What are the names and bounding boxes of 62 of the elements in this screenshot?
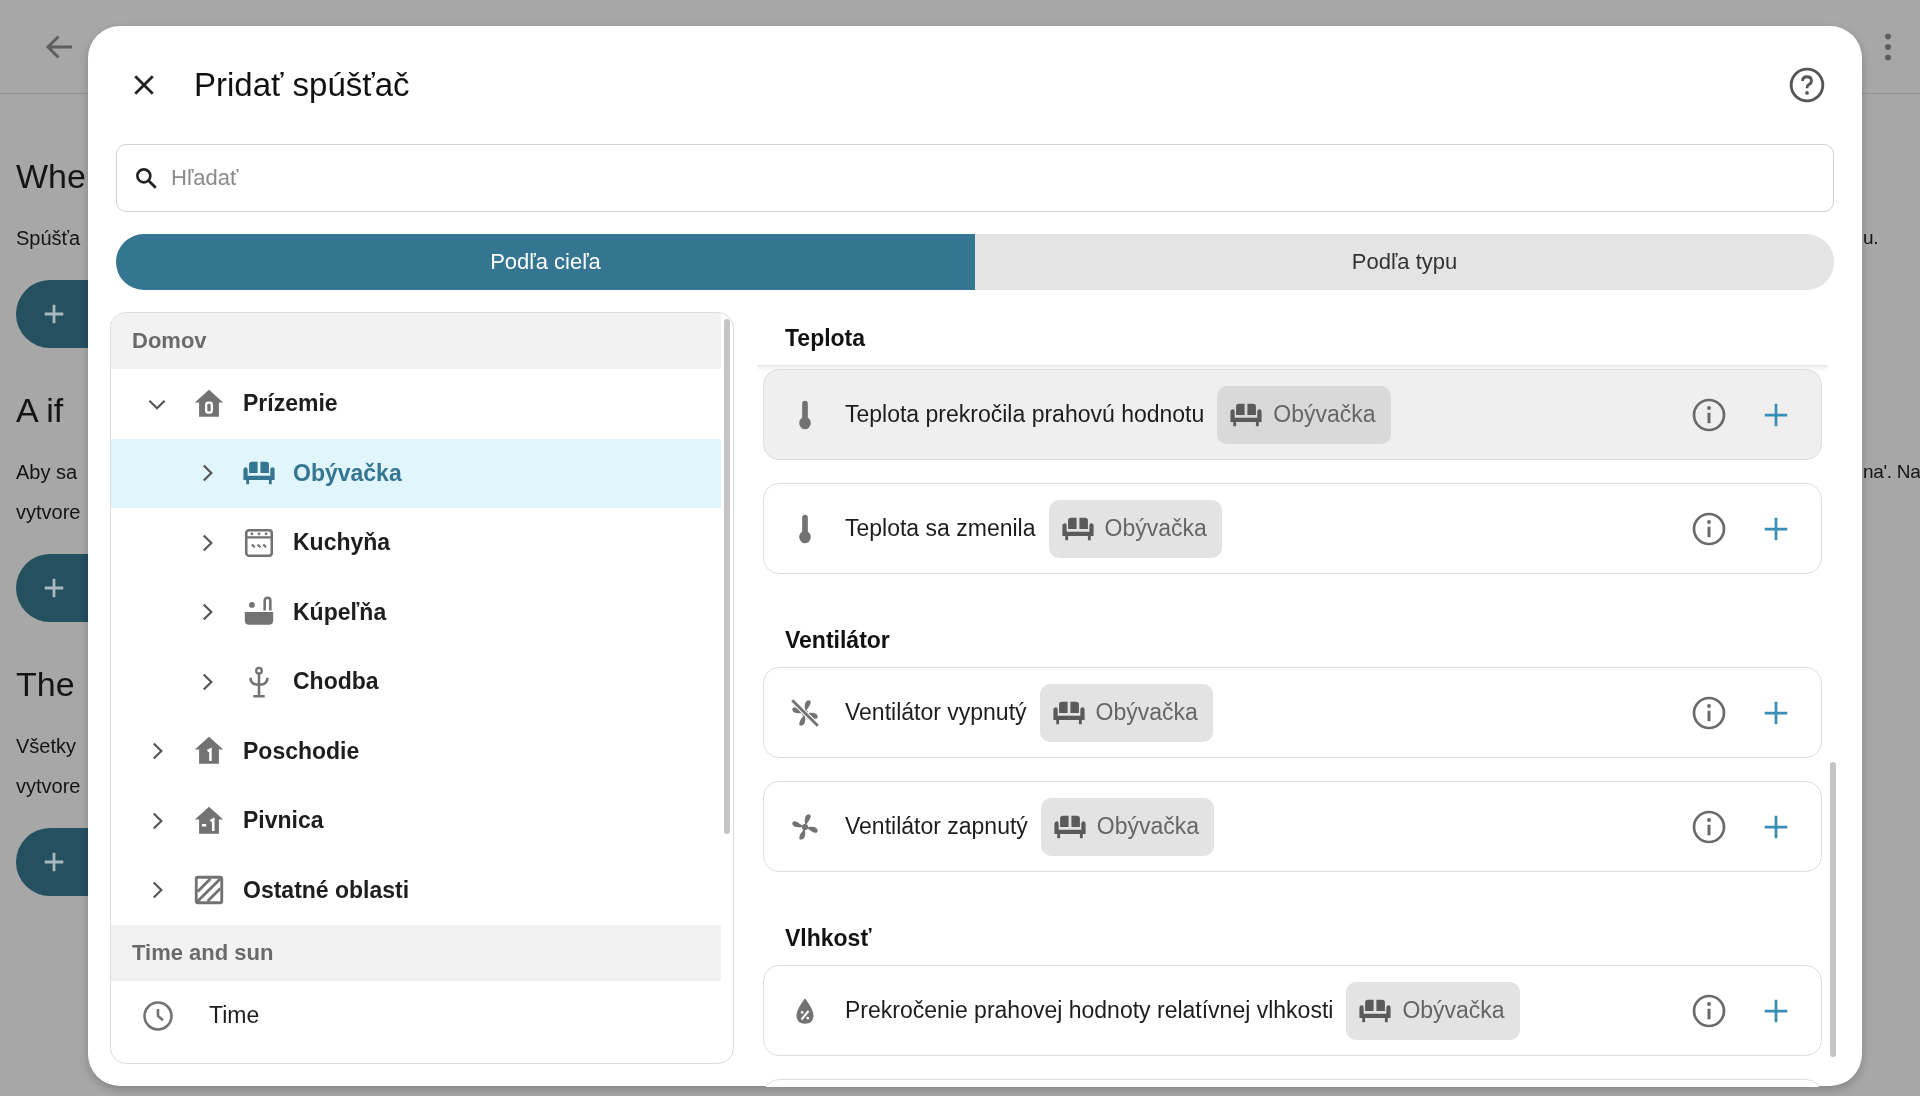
search-icon xyxy=(133,165,159,191)
tree-item[interactable]: Time xyxy=(111,981,721,1051)
tree-item[interactable]: Kuchyňa xyxy=(111,508,721,578)
search-field[interactable]: Hľadať xyxy=(116,144,1834,212)
trigger-label: Ventilátor zapnutý xyxy=(845,813,1028,840)
tree-item-label: Kúpeľňa xyxy=(293,598,387,626)
description-text: Spúšťa xyxy=(16,226,82,251)
group-header: Domov xyxy=(111,313,721,369)
trigger-card[interactable]: Teplota sa zmenila Obývačka xyxy=(763,483,1822,574)
tree-item-label: Obývačka xyxy=(293,459,402,487)
trigger-card[interactable]: Ventilátor vypnutý Obývačka xyxy=(763,667,1822,758)
trigger-label: Prekročenie prahovej hodnoty relatívnej vlhkosti xyxy=(845,997,1334,1024)
section-heading: Whe xyxy=(16,156,87,197)
tree-item[interactable]: Prízemie xyxy=(111,369,721,439)
description-text: vytvore xyxy=(16,774,82,799)
info-icon[interactable] xyxy=(1691,396,1727,433)
help-icon[interactable] xyxy=(1788,66,1826,104)
section-heading: The xyxy=(16,664,76,705)
group-header: Time and sun xyxy=(111,925,721,981)
dialog-title: Pridať spúšťač xyxy=(194,66,411,104)
trigger-card[interactable]: Prekročenie prahovej hodnoty relatívnej vlhkosti Obývačka xyxy=(763,965,1822,1056)
search-input[interactable]: Hľadať xyxy=(169,164,1833,192)
trigger-label: Teplota prekročila prahovú hodnotu xyxy=(845,401,1205,428)
trigger-label: Teplota sa zmenila xyxy=(845,515,1036,542)
category-header: Teplota xyxy=(757,312,1828,365)
section-heading: A if xyxy=(16,390,65,431)
tree-item[interactable]: Chodba xyxy=(111,647,721,717)
area-name: Obývačka xyxy=(1402,997,1505,1024)
trigger-label: Ventilátor vypnutý xyxy=(845,699,1027,726)
info-icon[interactable] xyxy=(1691,694,1727,731)
tree-item-label: Time xyxy=(209,1002,260,1030)
tree-item-label: Pivnica xyxy=(243,807,324,835)
tree-item-label: Prízemie xyxy=(243,390,338,418)
description-text: vytvore xyxy=(16,500,82,525)
info-icon[interactable] xyxy=(1691,808,1727,845)
info-icon[interactable] xyxy=(1691,510,1727,547)
description-text: na'. Na xyxy=(1863,460,1920,484)
category-header: Vlhkosť xyxy=(784,924,873,953)
tab[interactable]: Podľa cieľa xyxy=(116,234,975,290)
tree-item-label: Kuchyňa xyxy=(293,529,391,557)
scrollbar-thumb[interactable] xyxy=(724,319,730,834)
tree-item[interactable]: Pivnica xyxy=(111,786,721,856)
scrollbar-thumb[interactable] xyxy=(1830,762,1836,1057)
area-name: Obývačka xyxy=(1095,699,1198,726)
tree-item[interactable]: Obývačka xyxy=(111,438,721,508)
tree-item[interactable]: Kúpeľňa xyxy=(111,577,721,647)
clock-icon xyxy=(141,998,175,1033)
category-header: Ventilátor xyxy=(784,626,891,655)
area-name: Obývačka xyxy=(1096,813,1200,840)
description-text: Všetky xyxy=(16,734,78,759)
tree-item-label: Poschodie xyxy=(243,737,360,765)
info-icon[interactable] xyxy=(1691,992,1727,1029)
tree-item[interactable]: Ostatné oblasti xyxy=(111,855,721,925)
description-text: Aby sa xyxy=(16,460,79,485)
area-name: Obývačka xyxy=(1104,515,1207,542)
area-name: Obývačka xyxy=(1273,401,1376,428)
trigger-card[interactable]: Teplota prekročila prahovú hodnotu Obývačka xyxy=(763,369,1822,460)
description-text: u. xyxy=(1863,226,1879,250)
tree-item[interactable]: Poschodie xyxy=(111,716,721,786)
tree-item-label: Ostatné oblasti xyxy=(243,876,410,904)
trigger-card[interactable]: Ventilátor zapnutý Obývačka xyxy=(763,781,1822,872)
tree-item-label: Chodba xyxy=(293,668,379,696)
